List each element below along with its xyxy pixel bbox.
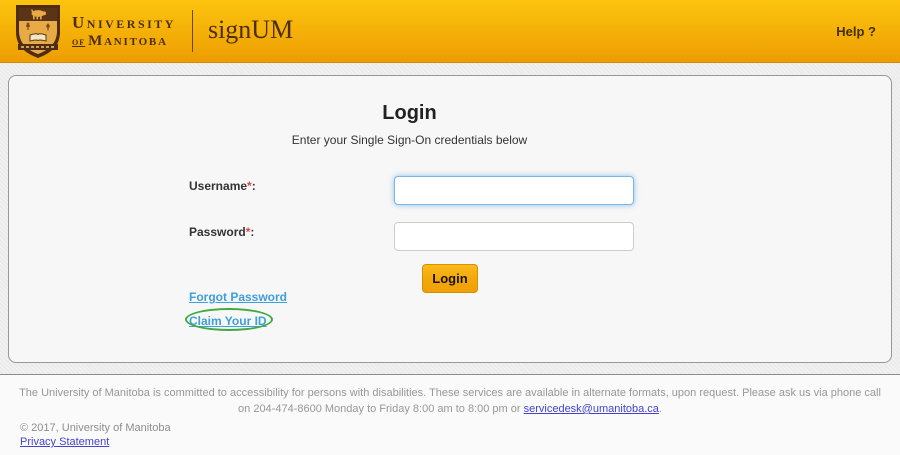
forgot-password-link[interactable]: Forgot Password [189, 290, 287, 304]
page-subtitle: Enter your Single Sign-On credentials be… [182, 133, 637, 147]
servicedesk-email-link[interactable]: servicedesk@umanitoba.ca [524, 403, 659, 415]
page-title: Login [182, 102, 637, 125]
open-book-glyph [30, 33, 46, 40]
main-area: Login Enter your Single Sign-On credenti… [0, 63, 900, 374]
username-input[interactable] [394, 176, 634, 205]
username-label: Username*: [189, 179, 256, 193]
privacy-statement-link[interactable]: Privacy Statement [20, 436, 109, 448]
login-heading: Login Enter your Single Sign-On credenti… [182, 102, 637, 147]
wordmark-manitoba: Manitoba [88, 33, 168, 49]
password-input[interactable] [394, 222, 634, 251]
copyright-text: © 2017, University of Manitoba [20, 422, 171, 434]
university-crest-icon [14, 4, 62, 59]
wordmark-line2: ofManitoba [72, 34, 176, 49]
claim-your-id-link[interactable]: Claim Your ID [189, 314, 267, 328]
wordmark-line1: University [72, 14, 176, 31]
accessibility-text: The University of Manitoba is committed … [19, 387, 881, 415]
wordmark-of: of [72, 36, 85, 48]
ribbon-banner-glyph [18, 44, 58, 50]
app-name: signUM [208, 15, 293, 47]
university-wordmark: University ofManitoba [72, 14, 176, 49]
password-label: Password*: [189, 225, 254, 239]
accessibility-notice: The University of Manitoba is committed … [0, 375, 900, 418]
header-divider [192, 10, 193, 52]
after-email-period: . [659, 403, 662, 415]
login-button[interactable]: Login [422, 264, 478, 293]
login-card: Login Enter your Single Sign-On credenti… [8, 75, 892, 363]
page-footer: The University of Manitoba is committed … [0, 374, 900, 455]
help-link[interactable]: Help ? [836, 24, 876, 39]
app-header: University ofManitoba signUM Help ? [0, 0, 900, 63]
